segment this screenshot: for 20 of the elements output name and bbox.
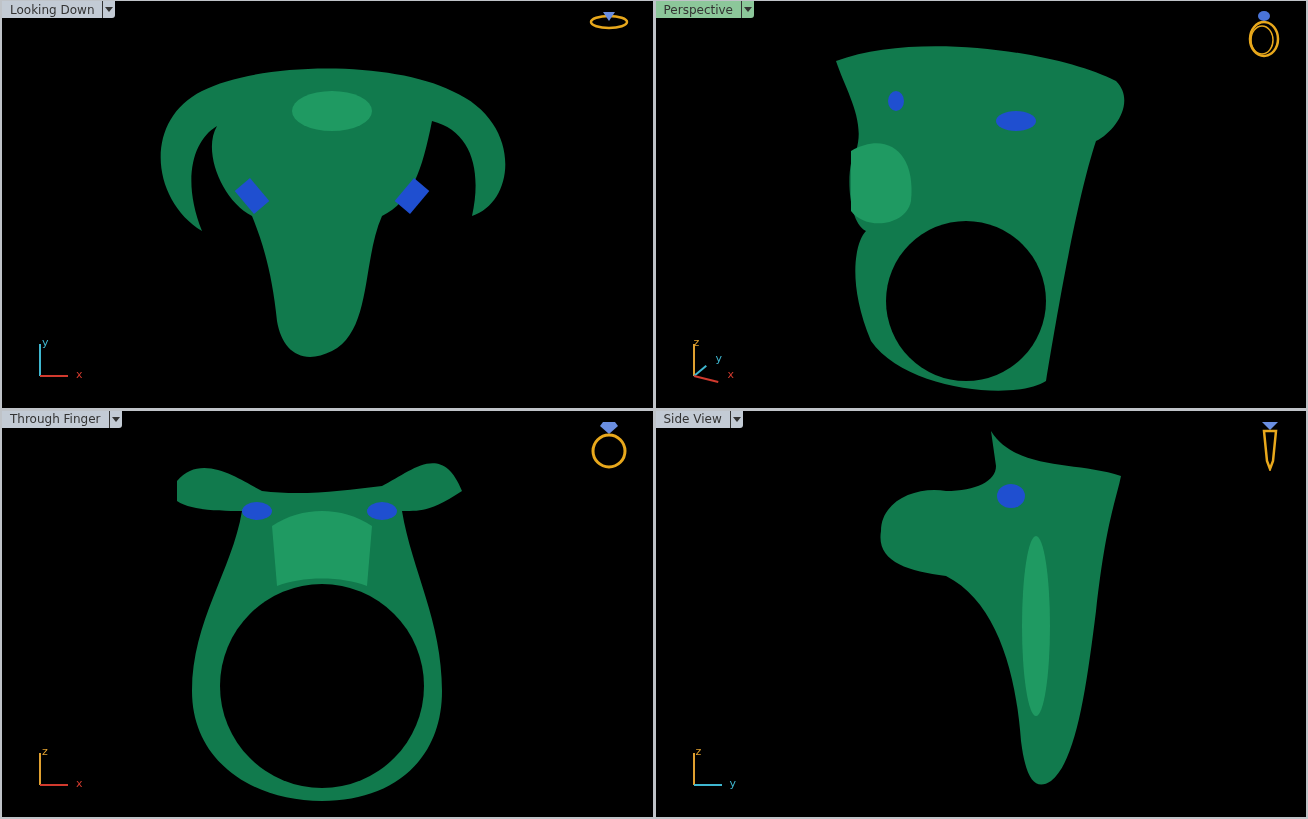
axis-label: z bbox=[42, 746, 48, 757]
view-menu-button[interactable] bbox=[741, 1, 754, 18]
axis-label: y bbox=[729, 778, 736, 789]
viewport-tab[interactable]: Looking Down bbox=[2, 1, 103, 18]
caret-icon bbox=[105, 7, 114, 12]
ring-icon bbox=[1246, 9, 1282, 59]
axis-label: x bbox=[76, 778, 83, 789]
axis-label: y bbox=[715, 352, 722, 364]
viewport-tab[interactable]: Perspective bbox=[655, 1, 741, 18]
viewport-tab[interactable]: Through Finger bbox=[2, 410, 109, 428]
ring-top-view-icon bbox=[588, 9, 629, 31]
caret-icon bbox=[111, 416, 120, 422]
axis-label: z bbox=[695, 746, 702, 757]
viewport-tab[interactable]: Side View bbox=[655, 410, 730, 428]
axis-label: x bbox=[727, 368, 734, 380]
axis-label: y bbox=[42, 336, 49, 348]
caret-icon bbox=[744, 7, 752, 12]
axis-label: x bbox=[76, 368, 83, 380]
caret-icon bbox=[732, 416, 741, 422]
view-menu-button[interactable] bbox=[102, 1, 116, 18]
